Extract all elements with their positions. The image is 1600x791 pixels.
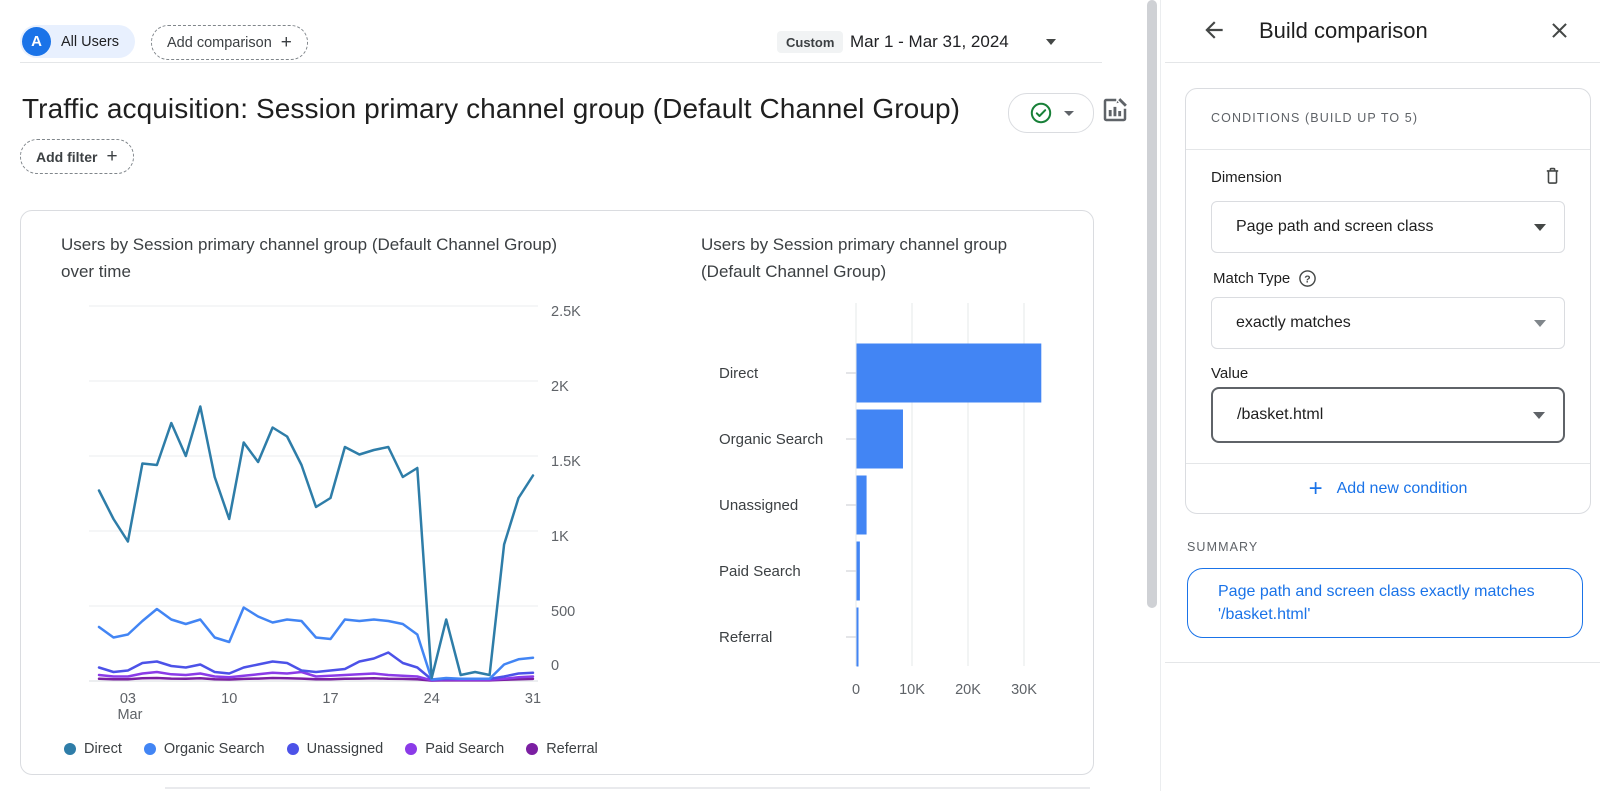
svg-text:1K: 1K (551, 529, 569, 545)
add-new-condition-label: Add new condition (1337, 480, 1468, 498)
main-content: A All Users Add comparison + Custom Mar … (0, 0, 1145, 791)
legend-swatch-icon (144, 743, 156, 755)
legend-swatch-icon (526, 743, 538, 755)
svg-text:03: 03 (120, 691, 136, 707)
svg-text:Unassigned: Unassigned (719, 497, 798, 514)
add-comparison-button[interactable]: Add comparison + (151, 25, 308, 60)
line-chart: 0 500 1K 1.5K 2K 2.5K 03Mar 10 17 24 31 (41, 291, 641, 721)
svg-text:2K: 2K (551, 379, 569, 395)
vertical-scrollbar[interactable] (1147, 0, 1157, 608)
panel-title: Build comparison (1259, 18, 1428, 44)
value-dropdown[interactable]: /basket.html (1211, 387, 1565, 443)
delete-condition-icon[interactable] (1542, 165, 1563, 186)
bar-chart: 0 10K 20K 30K Direct Organic Search Unassigned… (681, 286, 1093, 716)
panel-header-divider (1165, 62, 1600, 63)
legend-label: Referral (546, 741, 598, 757)
back-arrow-icon[interactable] (1201, 17, 1227, 43)
plus-icon: + (281, 33, 292, 52)
plus-icon: + (1309, 477, 1323, 501)
svg-text:24: 24 (424, 691, 440, 707)
legend-item[interactable]: Unassigned (287, 741, 384, 757)
value-label: Value (1211, 365, 1248, 382)
page-title: Traffic acquisition: Session primary cha… (22, 93, 960, 125)
dimension-value: Page path and screen class (1236, 218, 1433, 236)
dropdown-caret-icon (1533, 412, 1545, 419)
svg-text:?: ? (1305, 274, 1311, 285)
match-type-value: exactly matches (1236, 314, 1351, 332)
match-type-label: Match Type ? (1213, 269, 1317, 288)
dimension-label: Dimension (1211, 169, 1282, 186)
add-filter-label: Add filter (36, 149, 97, 165)
legend-item[interactable]: Direct (64, 741, 122, 757)
legend-label: Paid Search (425, 741, 504, 757)
check-circle-icon (1029, 101, 1053, 125)
add-comparison-label: Add comparison (167, 35, 272, 51)
bar-chart-title: Users by Session primary channel group (… (701, 231, 1011, 285)
match-type-dropdown[interactable]: exactly matches (1211, 297, 1565, 349)
legend-label: Unassigned (307, 741, 384, 757)
svg-text:Direct: Direct (719, 365, 759, 382)
build-comparison-panel: Build comparison CONDITIONS (BUILD UP TO… (1160, 0, 1600, 791)
date-range-caret-icon[interactable] (1046, 39, 1056, 45)
help-icon[interactable]: ? (1298, 269, 1317, 288)
svg-text:0: 0 (852, 682, 860, 698)
dropdown-caret-icon (1534, 320, 1546, 327)
app-root: { "header": { "avatar_letter": "A", "all… (0, 0, 1600, 791)
legend-item[interactable]: Referral (526, 741, 598, 757)
all-users-segment[interactable]: A All Users (20, 25, 135, 58)
legend-swatch-icon (287, 743, 299, 755)
add-new-condition-button[interactable]: + Add new condition (1186, 464, 1590, 513)
conditions-header: CONDITIONS (BUILD UP TO 5) (1211, 111, 1418, 125)
date-range-selector[interactable]: Mar 1 - Mar 31, 2024 (850, 32, 1009, 52)
conditions-card: CONDITIONS (BUILD UP TO 5) Dimension Pag… (1185, 88, 1591, 514)
topbar-divider (20, 62, 1102, 63)
customize-report-icon[interactable] (1100, 95, 1130, 125)
svg-text:20K: 20K (955, 682, 981, 698)
plus-icon: + (106, 147, 117, 166)
legend-swatch-icon (64, 743, 76, 755)
summary-chip[interactable]: Page path and screen class exactly match… (1187, 568, 1583, 638)
value-value: /basket.html (1237, 406, 1323, 424)
line-chart-title: Users by Session primary channel group (… (61, 231, 561, 285)
dropdown-caret-icon (1534, 224, 1546, 231)
svg-text:Mar: Mar (117, 707, 142, 721)
dimension-dropdown[interactable]: Page path and screen class (1211, 201, 1565, 253)
legend-swatch-icon (405, 743, 417, 755)
svg-text:31: 31 (525, 691, 541, 707)
date-range-type-badge: Custom (777, 31, 843, 53)
legend-item[interactable]: Organic Search (144, 741, 265, 757)
summary-text: Page path and screen class exactly match… (1218, 583, 1535, 623)
legend-label: Direct (84, 741, 122, 757)
conditions-divider (1186, 149, 1590, 150)
svg-text:2.5K: 2.5K (551, 304, 581, 320)
svg-text:30K: 30K (1011, 682, 1037, 698)
all-users-label: All Users (61, 34, 119, 50)
panel-bottom-divider (1165, 662, 1600, 663)
report-status-button[interactable] (1008, 93, 1094, 133)
add-filter-button[interactable]: Add filter + (20, 139, 134, 174)
avatar: A (22, 27, 51, 56)
legend-item[interactable]: Paid Search (405, 741, 504, 757)
summary-header: SUMMARY (1187, 540, 1258, 554)
close-icon[interactable] (1547, 18, 1572, 43)
svg-text:Paid Search: Paid Search (719, 563, 801, 580)
svg-text:500: 500 (551, 604, 575, 620)
chart-legend: Direct Organic Search Unassigned Paid Searc… (64, 741, 598, 757)
charts-card: Users by Session primary channel group (… (20, 210, 1094, 775)
svg-text:10K: 10K (899, 682, 925, 698)
status-caret-icon (1064, 111, 1074, 116)
svg-text:Organic Search: Organic Search (719, 431, 823, 448)
svg-text:Referral: Referral (719, 629, 772, 646)
svg-text:0: 0 (551, 658, 559, 674)
svg-text:17: 17 (322, 691, 338, 707)
legend-label: Organic Search (164, 741, 265, 757)
svg-text:10: 10 (221, 691, 237, 707)
svg-text:1.5K: 1.5K (551, 454, 581, 470)
next-card-top-edge (165, 787, 1090, 789)
